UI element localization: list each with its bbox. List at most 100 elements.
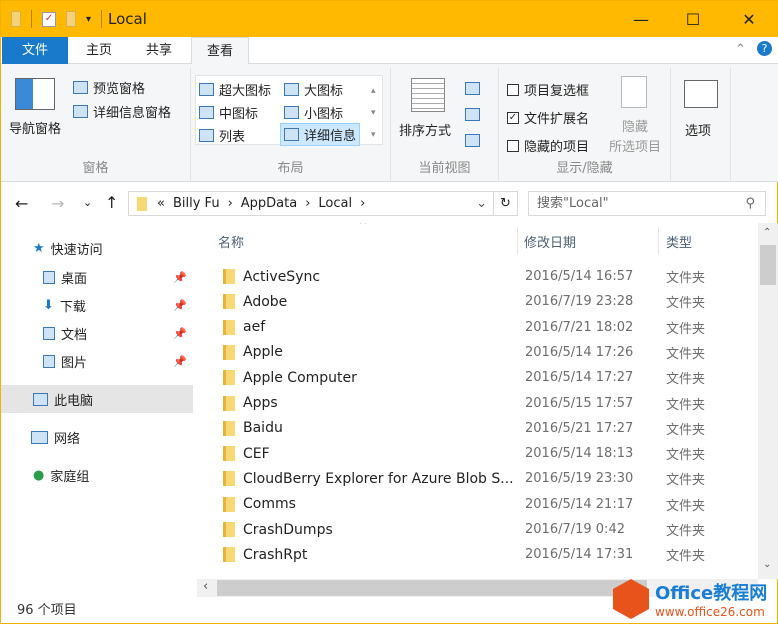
up-icon[interactable]: ↑: [105, 193, 118, 212]
forward-icon[interactable]: →: [51, 194, 64, 213]
nav-documents[interactable]: 文档 📌: [1, 319, 193, 347]
size-columns-icon[interactable]: [465, 134, 480, 147]
file-row[interactable]: CloudBerry Explorer for Azure Blob S... 2…: [197, 466, 757, 491]
column-name[interactable]: 名称: [218, 232, 244, 251]
recent-locations-icon[interactable]: ⌄: [83, 196, 92, 209]
properties-icon[interactable]: ✓: [42, 11, 56, 27]
divider: [31, 10, 32, 28]
column-type[interactable]: 类型: [666, 232, 692, 251]
nav-homegroup[interactable]: ● 家庭组: [1, 461, 193, 489]
scroll-down-icon[interactable]: ⌄: [763, 559, 771, 570]
small-icons[interactable]: 小图标: [284, 103, 343, 122]
file-type: 文件夹: [666, 524, 706, 539]
nav-quick-access[interactable]: ★ 快速访问: [1, 234, 193, 262]
group-current-view: 排序方式 当前视图: [391, 68, 499, 180]
checkbox[interactable]: [507, 139, 519, 152]
details-view[interactable]: 详细信息: [280, 123, 361, 146]
column-date[interactable]: 修改日期: [524, 232, 576, 251]
file-date: 2016/7/19 0:42: [525, 522, 625, 537]
dropdown-icon[interactable]: ⌄: [476, 196, 487, 211]
nav-downloads[interactable]: ⬇ 下载 📌: [1, 291, 193, 319]
breadcrumb-item[interactable]: Local: [318, 196, 352, 211]
customize-toolbar-icon[interactable]: ▾: [86, 14, 91, 25]
refresh-icon[interactable]: ↻: [493, 192, 517, 215]
checkbox-checked[interactable]: ✓: [507, 111, 519, 124]
nav-desktop[interactable]: 桌面 📌: [1, 263, 193, 291]
add-columns-icon[interactable]: [465, 108, 480, 121]
list-view[interactable]: 列表: [199, 126, 245, 145]
medium-icons[interactable]: 中图标: [199, 103, 258, 122]
nav-network[interactable]: 网络: [1, 423, 193, 451]
file-extensions[interactable]: ✓ 文件扩展名: [507, 108, 589, 127]
back-icon[interactable]: ←: [15, 194, 28, 213]
item-checkboxes[interactable]: 项目复选框: [507, 80, 589, 99]
chevron-right-icon[interactable]: ›: [360, 196, 365, 211]
desktop-icon: [43, 270, 55, 284]
scroll-thumb[interactable]: [217, 580, 647, 596]
pin-icon[interactable]: 📌: [173, 327, 187, 340]
tab-file[interactable]: 文件: [2, 37, 68, 64]
file-row[interactable]: Baidu 2016/5/21 17:27 文件夹: [197, 416, 757, 441]
hide-selected-button[interactable]: 隐藏 所选项目: [607, 118, 663, 158]
new-folder-icon[interactable]: [66, 11, 76, 27]
tab-share[interactable]: 共享: [131, 37, 187, 64]
column-divider[interactable]: [658, 227, 659, 255]
maximize-button[interactable]: ☐: [667, 1, 719, 37]
file-date: 2016/7/21 18:02: [525, 319, 634, 335]
file-row[interactable]: CrashDumps 2016/7/19 0:42 文件夹: [197, 517, 757, 542]
collapse-ribbon-icon[interactable]: ⌃: [735, 42, 746, 57]
preview-pane-button[interactable]: 预览窗格: [73, 78, 145, 97]
nav-this-pc[interactable]: 此电脑: [1, 385, 193, 413]
navigation-pane-icon[interactable]: [15, 78, 55, 110]
navigation-pane-button[interactable]: 导航窗格: [9, 118, 61, 137]
chevron-right-icon[interactable]: ›: [228, 196, 233, 211]
file-row[interactable]: Comms 2016/5/14 21:17 文件夹: [197, 492, 757, 517]
chevron-right-icon[interactable]: ›: [305, 196, 310, 211]
file-row[interactable]: Adobe 2016/7/19 23:28 文件夹: [197, 289, 757, 314]
file-name: Baidu: [243, 420, 283, 437]
group-label: 窗格: [82, 161, 109, 176]
column-header: ^ 名称 修改日期 类型: [197, 223, 757, 258]
file-row[interactable]: CEF 2016/5/14 18:13 文件夹: [197, 441, 757, 466]
label: 超大图标: [219, 84, 272, 99]
search-input[interactable]: 搜索"Local" ⚲: [528, 191, 766, 216]
scroll-up-icon[interactable]: ⌃: [763, 227, 771, 238]
vertical-scrollbar[interactable]: ⌃ ⌄: [758, 223, 778, 579]
extra-large-icons[interactable]: 超大图标: [199, 80, 271, 99]
options-button[interactable]: 选项: [685, 120, 711, 139]
pin-icon[interactable]: 📌: [173, 271, 187, 284]
star-icon: ★: [33, 240, 45, 256]
nav-pictures[interactable]: 图片 📌: [1, 347, 193, 375]
pin-icon[interactable]: 📌: [173, 355, 187, 368]
details-icon: [284, 128, 299, 141]
tab-home[interactable]: 主页: [71, 37, 127, 64]
pin-icon[interactable]: 📌: [173, 299, 187, 312]
tab-view[interactable]: 查看: [191, 37, 249, 65]
large-icons[interactable]: 大图标: [284, 80, 343, 99]
sort-by-button[interactable]: 排序方式: [399, 120, 451, 139]
details-pane-button[interactable]: 详细信息窗格: [73, 102, 171, 121]
address-bar[interactable]: « Billy Fu › AppData › Local › ⌄ ↻: [128, 191, 518, 216]
column-divider[interactable]: [517, 227, 518, 255]
file-row[interactable]: Apple 2016/5/14 17:26 文件夹: [197, 340, 757, 365]
search-icon[interactable]: ⚲: [745, 192, 755, 215]
breadcrumb-item[interactable]: AppData: [241, 196, 297, 211]
file-row[interactable]: ActiveSync 2016/5/14 16:57 文件夹: [197, 264, 757, 289]
close-button[interactable]: ✕: [723, 1, 775, 37]
hidden-items[interactable]: 隐藏的项目: [507, 136, 589, 155]
breadcrumb-item[interactable]: Billy Fu: [173, 196, 220, 211]
checkbox[interactable]: [507, 83, 519, 96]
minimize-button[interactable]: —: [615, 1, 667, 37]
scroll-left-icon[interactable]: ‹: [203, 579, 208, 594]
file-row[interactable]: aef 2016/7/21 18:02 文件夹: [197, 315, 757, 340]
scroll-thumb[interactable]: [760, 245, 776, 285]
overflow-chevron[interactable]: «: [157, 196, 165, 211]
gallery-scroll-icon[interactable]: ▴ ▾ ▾: [371, 80, 376, 146]
file-row[interactable]: Apps 2016/5/15 17:57 文件夹: [197, 391, 757, 416]
group-by-icon[interactable]: [465, 82, 480, 95]
help-icon[interactable]: ?: [757, 41, 772, 56]
file-row[interactable]: CrashRpt 2016/5/14 17:31 文件夹: [197, 542, 757, 567]
file-row[interactable]: Apple Computer 2016/5/14 17:27 文件夹: [197, 365, 757, 390]
label: 项目复选框: [524, 84, 590, 99]
file-name: Comms: [243, 496, 296, 513]
